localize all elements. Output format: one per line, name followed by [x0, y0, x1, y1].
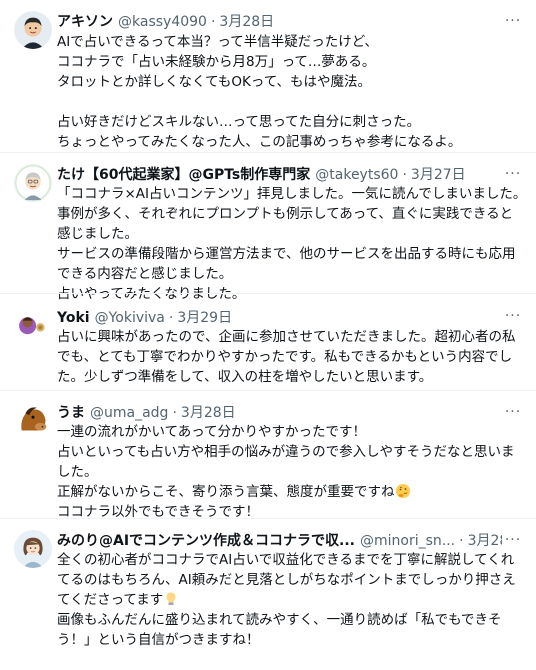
tweet-text-line	[57, 92, 529, 112]
tweet-text-line: 事例が多く、それぞれにプロンプトも例示してあって、直ぐに実践できると	[57, 206, 514, 222]
tweet-text-line: 占いといっても占い方や相手の悩みが違うので参入しやすそうだなと思いま	[57, 444, 515, 460]
user-handle[interactable]: @minori_sn...	[360, 533, 455, 549]
tweet-text-segment: 正解がないからこそ、寄り添う言葉、態度が重要ですね	[57, 484, 395, 500]
tweet-text-line: う！」という自信がつきますね！	[57, 632, 260, 648]
tweet-text: 一連の流れがかいてあって分かりやすかったです！ 占いといっても占い方や相手の悩み…	[57, 422, 529, 522]
tweet-text-line: でも、とても丁寧でわかりやすかったです。私もできるかもという内容でし	[57, 349, 513, 365]
tweet-header: みのり@AIでコンテンツ作成＆ココナラで収... @minori_sn... ·…	[57, 530, 502, 550]
tweet-header: うま @uma_adg · 3月28日	[57, 402, 502, 422]
avatar-image	[14, 402, 52, 440]
user-handle[interactable]: @Yokiviva	[95, 310, 165, 326]
tweet-text-line: た。少しずつ準備をして、収入の柱を増やしたいと思います。	[57, 369, 433, 385]
tweet-text-line: てるのはもちろん、AI頼みだと見落としがちなポイントまでしっかり押さえ	[57, 572, 516, 588]
tweet-text-line: AIで占いできるって本当？って半信半疑だったけど、	[57, 34, 379, 50]
tweet-3[interactable]: Yoki @Yokiviva · 3月29日 ··· 占いに興味があったので、企…	[0, 294, 536, 390]
avatar-uma[interactable]	[14, 402, 52, 440]
display-name[interactable]: Yoki	[57, 310, 90, 326]
tweet-text-line: 占い好きだけどスキルない…って思ってた自分に刺さった。	[57, 114, 421, 130]
separator-dot: ·	[459, 533, 464, 549]
tweet-header: たけ【60代起業家】@GPTs制作専門家 @takeyts60 · 3月27日	[57, 164, 502, 184]
tweet-text-line: サービスの準備段階から運営方法まで、他のサービスを出品する時にも応用	[57, 246, 516, 262]
more-horizontal-icon[interactable]: ···	[504, 307, 522, 325]
tweet-text-segment: てくださってます	[57, 592, 164, 608]
thinking-face-emoji	[395, 484, 410, 498]
tweet-text-line: ココナラで「占い未経験から月8万」って…夢ある。	[57, 54, 376, 70]
user-handle[interactable]: @uma_adg	[90, 405, 168, 421]
tweet-feed: アキソン @kassy4090 · 3月28日 ··· AIで占いできるって本当…	[0, 0, 536, 670]
tweet-text-line: 全くの初心者がココナラでAI占いで収益化できるまでを丁寧に解説してくれ	[57, 552, 515, 568]
display-name[interactable]: みのり@AIでコンテンツ作成＆ココナラで収...	[57, 530, 355, 550]
more-horizontal-icon[interactable]: ···	[504, 403, 522, 421]
tweet-1[interactable]: アキソン @kassy4090 · 3月28日 ··· AIで占いできるって本当…	[0, 0, 536, 152]
more-horizontal-icon[interactable]: ···	[504, 165, 522, 183]
display-name[interactable]: たけ【60代起業家】@GPTs制作専門家	[57, 164, 310, 184]
tweet-text: 全くの初心者がココナラでAI占いで収益化できるまでを丁寧に解説してくれ てるのは…	[57, 550, 529, 650]
tweet-2[interactable]: たけ【60代起業家】@GPTs制作専門家 @takeyts60 · 3月27日 …	[0, 153, 536, 302]
avatar-yoki[interactable]	[14, 307, 48, 341]
avatar-take[interactable]	[14, 164, 52, 202]
tweet-5[interactable]: みのり@AIでコンテンツ作成＆ココナラで収... @minori_sn... ·…	[0, 519, 536, 670]
tweet-text: 占いに興味があったので、企画に参加させていただきました。超初心者の私 でも、とて…	[57, 327, 529, 387]
more-horizontal-icon[interactable]: ···	[504, 12, 522, 30]
tweet-4[interactable]: うま @uma_adg · 3月28日 ··· 一連の流れがかいてあって分かりや…	[0, 391, 536, 520]
tweet-text-line: した。	[57, 464, 98, 480]
tweet-header: Yoki @Yokiviva · 3月29日	[57, 307, 502, 327]
tweet-text: 「ココナラ×AI占いコンテンツ」拝見しました。一気に読んでしまいました。 事例が…	[57, 184, 529, 304]
tweet-text-line: てくださってます	[57, 590, 529, 610]
tweet-text-line: 占いに興味があったので、企画に参加させていただきました。超初心者の私	[57, 329, 516, 345]
avatar-image	[14, 11, 52, 49]
tweet-date[interactable]: 3月28日	[468, 530, 502, 550]
avatar-image	[14, 164, 52, 202]
tweet-text-line: ちょっとやってみたくなった人、この記事めっちゃ参考になるよ。	[57, 134, 462, 150]
tweet-text: AIで占いできるって本当？って半信半疑だったけど、 ココナラで「占い未経験から月…	[57, 32, 529, 152]
tweet-date[interactable]: 3月28日	[181, 402, 236, 422]
tweet-text-line: 感じました。	[57, 226, 138, 242]
tweet-text-line: 一連の流れがかいてあって分かりやすかったです！	[57, 424, 367, 440]
tweet-header: アキソン @kassy4090 · 3月28日	[57, 11, 502, 31]
separator-dot: ·	[168, 310, 174, 326]
avatar-image	[14, 530, 52, 568]
tweet-text-line: タロットとか詳しくなくてもOKって、もはや魔法。	[57, 74, 372, 90]
display-name[interactable]: うま	[57, 402, 85, 422]
separator-dot: ·	[402, 167, 407, 183]
tweet-text-line: できる内容だと感じました。	[57, 266, 233, 282]
tweet-text-line: 正解がないからこそ、寄り添う言葉、態度が重要ですね	[57, 482, 529, 502]
avatar-minori[interactable]	[14, 530, 52, 568]
avatar-akison[interactable]	[14, 11, 52, 49]
separator-dot: ·	[172, 405, 177, 421]
tweet-text-line: 「ココナラ×AI占いコンテンツ」拝見しました。一気に読んでしまいました。	[57, 186, 527, 202]
avatar-image	[14, 307, 48, 341]
user-handle[interactable]: @kassy4090	[118, 14, 207, 30]
lightbulb-emoji	[166, 592, 176, 605]
separator-dot: ·	[210, 14, 216, 30]
user-handle[interactable]: @takeyts60	[315, 167, 398, 183]
tweet-date[interactable]: 3月28日	[219, 11, 274, 31]
tweet-date[interactable]: 3月29日	[177, 307, 232, 327]
more-horizontal-icon[interactable]: ···	[504, 531, 522, 549]
display-name[interactable]: アキソン	[57, 11, 113, 31]
tweet-date[interactable]: 3月27日	[411, 164, 466, 184]
tweet-text-line: 画像もふんだんに盛り込まれて読みやすく、一通り読めば「私でもできそ	[57, 612, 502, 628]
